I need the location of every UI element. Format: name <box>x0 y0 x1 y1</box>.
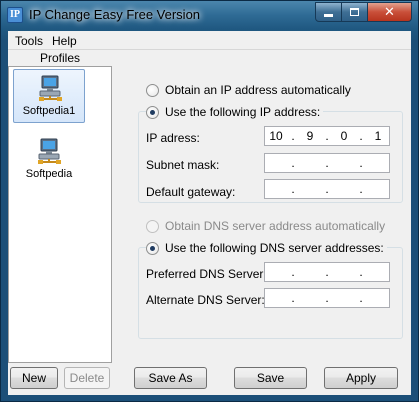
alternate-dns-label: Alternate DNS Server: <box>146 293 265 307</box>
default-gateway-input[interactable]: ... <box>264 179 390 199</box>
save-button[interactable]: Save <box>234 367 307 389</box>
save-label: Save <box>256 371 285 385</box>
profile-label: Softpedia <box>25 168 73 180</box>
app-window: IP IP Change Easy Free Version ✕ Tools H… <box>0 0 419 402</box>
ip-address-label: IP adress: <box>146 131 200 145</box>
menu-tools[interactable]: Tools <box>15 34 43 48</box>
delete-profile-button[interactable]: Delete <box>64 367 110 389</box>
default-gateway-label: Default gateway: <box>146 185 236 199</box>
profile-item-softpedia1[interactable]: Softpedia1 <box>13 69 85 123</box>
menu-bar: Tools Help <box>8 31 411 50</box>
delete-button-label: Delete <box>69 371 105 385</box>
ip-manual-label: Use the following IP address: <box>165 105 321 119</box>
settings-panel: Obtain an IP address automatically Use t… <box>116 51 411 395</box>
network-computer-icon <box>39 75 62 101</box>
radio-checked-icon <box>146 105 159 119</box>
ip-address-input[interactable]: 10. 9. 0. 1 <box>264 126 390 146</box>
subnet-mask-label: Subnet mask: <box>146 158 220 172</box>
ip-octet-2[interactable]: 9 <box>299 129 321 143</box>
ip-octet-1[interactable]: 10 <box>265 129 287 143</box>
apply-label: Apply <box>345 371 377 385</box>
radio-checked-icon <box>146 241 159 255</box>
ip-auto-radio[interactable]: Obtain an IP address automatically <box>146 82 351 98</box>
new-button-label: New <box>21 371 46 385</box>
preferred-dns-input[interactable]: ... <box>264 262 390 282</box>
save-as-label: Save As <box>148 371 193 385</box>
minimize-icon <box>324 13 333 17</box>
app-icon[interactable]: IP <box>7 7 23 23</box>
maximize-button[interactable] <box>342 2 368 22</box>
client-area: Tools Help Profiles Softpedia1 Softpedia… <box>8 31 411 395</box>
save-as-button[interactable]: Save As <box>134 367 207 389</box>
apply-button[interactable]: Apply <box>324 367 398 389</box>
dns-manual-label: Use the following DNS server addresses: <box>165 241 384 255</box>
dns-auto-label: Obtain DNS server address automatically <box>165 219 386 233</box>
network-computer-icon <box>38 138 61 164</box>
profile-label: Softpedia1 <box>22 105 76 117</box>
radio-disabled-icon <box>146 219 159 233</box>
ip-auto-label: Obtain an IP address automatically <box>165 83 351 97</box>
preferred-dns-label: Preferred DNS Server: <box>146 267 267 281</box>
caption-buttons: ✕ <box>315 2 412 22</box>
profiles-header: Profiles <box>8 51 112 67</box>
dns-auto-radio[interactable]: Obtain DNS server address automatically <box>146 218 385 234</box>
title-bar[interactable]: IP IP Change Easy Free Version ✕ <box>1 1 418 31</box>
close-icon: ✕ <box>384 4 395 19</box>
minimize-button[interactable] <box>315 2 342 22</box>
dns-manual-radio[interactable]: Use the following DNS server addresses: <box>146 240 387 256</box>
ip-manual-radio[interactable]: Use the following IP address: <box>146 104 324 120</box>
profiles-panel: Profiles Softpedia1 Softpedia New Delete <box>8 51 112 395</box>
window-title: IP Change Easy Free Version <box>29 7 201 22</box>
ip-octet-4[interactable]: 1 <box>367 129 389 143</box>
new-profile-button[interactable]: New <box>10 367 58 389</box>
profile-item-softpedia[interactable]: Softpedia <box>13 133 85 187</box>
menu-help[interactable]: Help <box>52 34 77 48</box>
profiles-list[interactable]: Softpedia1 Softpedia <box>8 67 112 363</box>
ip-octet-3[interactable]: 0 <box>333 129 355 143</box>
subnet-mask-input[interactable]: ... <box>264 153 390 173</box>
radio-unchecked-icon <box>146 83 159 97</box>
maximize-icon <box>350 8 359 16</box>
action-bar: Save As Save Apply <box>116 363 411 395</box>
close-button[interactable]: ✕ <box>368 2 412 22</box>
alternate-dns-input[interactable]: ... <box>264 288 390 308</box>
